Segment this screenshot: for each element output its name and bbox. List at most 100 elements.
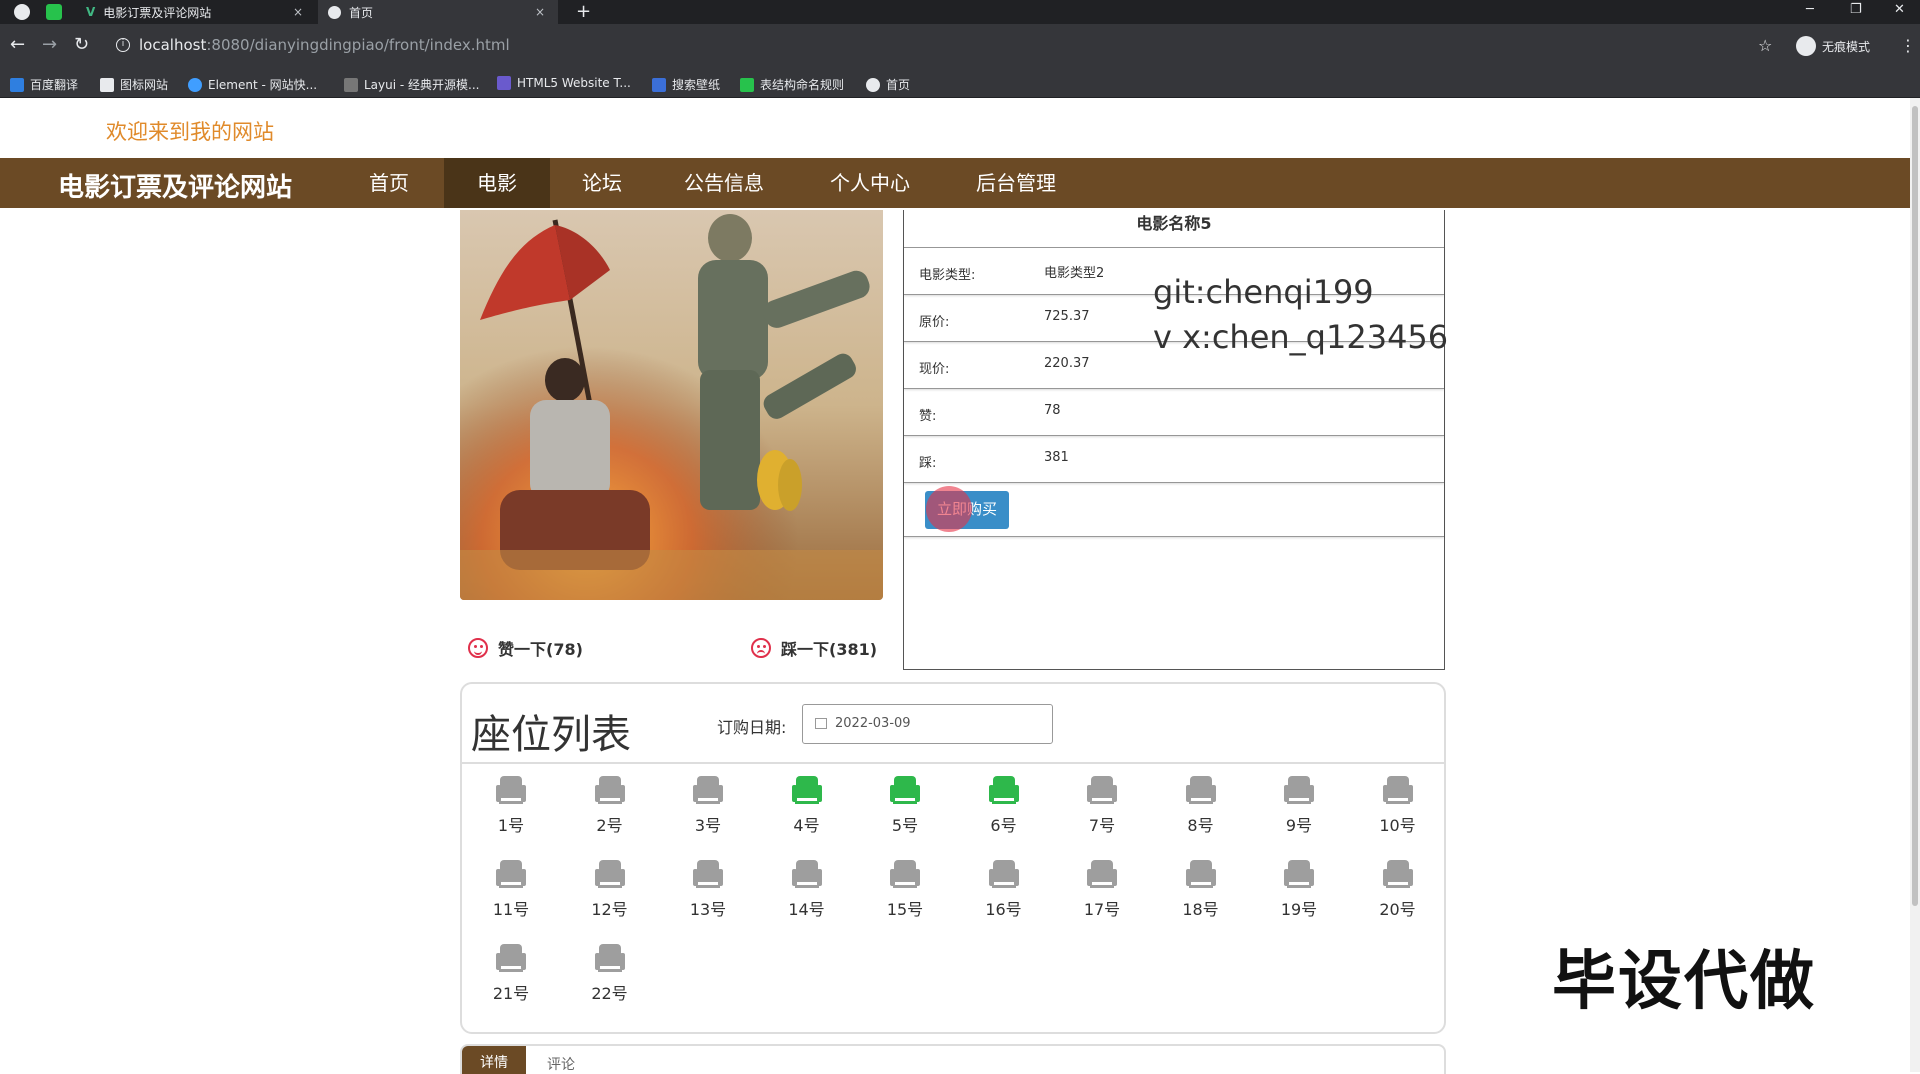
tab-close-icon[interactable]: × — [532, 5, 548, 19]
nav-item-movies[interactable]: 电影 — [444, 158, 550, 208]
seat-17[interactable]: 17号 — [1077, 860, 1127, 920]
seat-6[interactable]: 6号 — [979, 776, 1029, 836]
reload-icon[interactable]: ↻ — [74, 36, 89, 54]
bookmark-item[interactable]: Element - 网站快... — [188, 76, 317, 93]
tab-comment[interactable]: 评论 — [547, 1054, 575, 1074]
seat-label: 3号 — [694, 816, 722, 835]
seat-label: 18号 — [1182, 900, 1219, 919]
vue-logo-icon: V — [86, 5, 96, 19]
page-content: 欢迎来到我的网站 电影订票及评论网站 首页 电影 论坛 公告信息 个人中心 后台… — [0, 98, 1920, 1074]
tab-movie-site[interactable]: V 电影订票及评论网站 × — [76, 0, 316, 24]
element-icon — [188, 77, 202, 92]
seat-5[interactable]: 5号 — [880, 776, 930, 836]
seat-9[interactable]: 9号 — [1274, 776, 1324, 836]
bookmark-item[interactable]: 图标网站 — [100, 76, 168, 93]
seat-10[interactable]: 10号 — [1373, 776, 1423, 836]
bookmark-item[interactable]: 百度翻译 — [10, 76, 78, 93]
site-brand[interactable]: 电影订票及评论网站 — [58, 167, 292, 204]
bookmark-item[interactable]: 表结构命名规则 — [740, 76, 844, 93]
bookmark-star-icon[interactable]: ☆ — [1758, 36, 1772, 55]
nav-item-announcements[interactable]: 公告信息 — [664, 158, 784, 208]
incognito-profile[interactable]: 无痕模式 — [1796, 36, 1870, 56]
seat-label: 5号 — [891, 816, 919, 835]
sad-face-icon — [751, 638, 771, 658]
seat-2[interactable]: 2号 — [585, 776, 635, 836]
back-icon[interactable]: ← — [10, 36, 25, 54]
forward-icon[interactable]: → — [42, 36, 57, 54]
bookmark-item[interactable]: Layui - 经典开源模... — [344, 76, 479, 93]
site-info-icon[interactable]: i — [116, 38, 130, 52]
seat-14[interactable]: 14号 — [782, 860, 832, 920]
bookmark-label: 搜索壁纸 — [672, 78, 721, 92]
new-tab-button[interactable]: + — [576, 1, 591, 22]
seat-label: 12号 — [591, 900, 628, 919]
address-bar[interactable]: localhost:8080/dianyingdingpiao/front/in… — [139, 36, 510, 54]
table-icon — [740, 77, 754, 92]
seat-chair-icon — [791, 860, 822, 888]
seat-21[interactable]: 21号 — [486, 944, 536, 1004]
seat-chair-icon — [890, 776, 920, 804]
seat-chair-icon — [1284, 860, 1314, 888]
page-scrollbar[interactable] — [1910, 98, 1920, 1072]
seat-12[interactable]: 12号 — [585, 860, 635, 920]
bookmark-item[interactable]: 首页 — [866, 76, 910, 93]
seat-list-header: 座位列表 订购日期: 2022-03-09 — [462, 684, 1444, 764]
bookmark-label: 图标网站 — [120, 78, 169, 92]
info-value: 725.37 — [1044, 309, 1090, 324]
nav-item-profile[interactable]: 个人中心 — [804, 158, 936, 208]
translate-icon — [10, 77, 24, 92]
pinned-tab-globe-icon[interactable] — [14, 4, 30, 20]
seat-chair-icon — [594, 944, 625, 972]
close-window-icon[interactable]: ✕ — [1894, 2, 1905, 17]
info-label: 赞: — [919, 409, 937, 424]
tab-home[interactable]: 首页 × — [318, 0, 558, 24]
seat-13[interactable]: 13号 — [683, 860, 733, 920]
profile-label: 无痕模式 — [1822, 39, 1871, 54]
tab-title: 电影订票及评论网站 — [103, 5, 212, 20]
seat-3[interactable]: 3号 — [683, 776, 733, 836]
seat-19[interactable]: 19号 — [1274, 860, 1324, 920]
seat-8[interactable]: 8号 — [1176, 776, 1226, 836]
like-button[interactable]: 赞一下(78) — [468, 636, 583, 660]
restore-icon[interactable]: ❐ — [1850, 2, 1862, 17]
seat-chair-icon — [496, 944, 526, 972]
watermark-line: git:chenqi199 — [1153, 273, 1374, 311]
seat-16[interactable]: 16号 — [979, 860, 1029, 920]
bookmark-item[interactable]: 搜索壁纸 — [652, 76, 720, 93]
seat-11[interactable]: 11号 — [486, 860, 536, 920]
wallpaper-icon — [652, 77, 666, 92]
seat-label: 22号 — [591, 984, 628, 1003]
seat-18[interactable]: 18号 — [1176, 860, 1226, 920]
movie-poster-image — [460, 210, 883, 600]
tab-detail[interactable]: 详情 — [462, 1046, 526, 1074]
minimize-icon[interactable]: ─ — [1806, 2, 1814, 17]
browser-menu-icon[interactable]: ⋮ — [1900, 36, 1916, 55]
dislike-label: 踩一下(381) — [781, 640, 878, 659]
nav-item-forum[interactable]: 论坛 — [550, 158, 654, 208]
seat-22[interactable]: 22号 — [585, 944, 635, 1004]
incognito-icon — [1796, 36, 1816, 56]
order-date-picker[interactable]: 2022-03-09 — [802, 704, 1053, 744]
seat-7[interactable]: 7号 — [1077, 776, 1127, 836]
scrollbar-thumb[interactable] — [1912, 106, 1918, 906]
nav-item-home[interactable]: 首页 — [338, 158, 440, 208]
bookmark-item[interactable]: HTML5 Website T... — [497, 76, 631, 90]
seat-4[interactable]: 4号 — [782, 776, 832, 836]
seat-20[interactable]: 20号 — [1373, 860, 1423, 920]
nav-item-admin[interactable]: 后台管理 — [946, 158, 1086, 208]
seat-label: 11号 — [492, 900, 530, 919]
seat-label: 9号 — [1285, 816, 1313, 835]
bookmark-label: Element - 网站快... — [208, 78, 318, 92]
dislike-button[interactable]: 踩一下(381) — [751, 636, 877, 660]
seat-1[interactable]: 1号 — [486, 776, 536, 836]
seat-15[interactable]: 15号 — [880, 860, 930, 920]
seat-chair-icon — [496, 860, 526, 888]
welcome-text: 欢迎来到我的网站 — [106, 120, 274, 144]
tab-close-icon[interactable]: × — [290, 5, 306, 19]
seat-chair-icon — [693, 776, 723, 804]
pinned-tab-app-icon[interactable] — [46, 4, 62, 20]
seat-chair-icon — [1185, 776, 1216, 804]
seat-chair-icon — [890, 860, 920, 888]
bookmark-label: 表结构命名规则 — [760, 78, 845, 92]
flag-icon — [100, 77, 114, 92]
